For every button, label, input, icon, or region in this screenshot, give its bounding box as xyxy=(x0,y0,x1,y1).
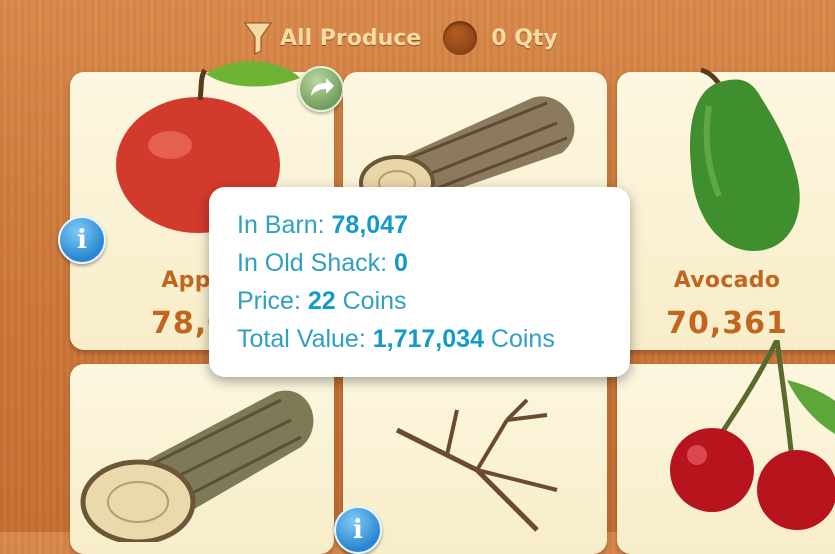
cherry-icon xyxy=(670,340,835,530)
shack-value: 0 xyxy=(394,249,408,277)
item-count-avocado: 70,361 xyxy=(666,306,788,341)
info-button-branch[interactable]: i xyxy=(334,506,382,554)
total-unit: Coins xyxy=(490,325,555,353)
branch-icon xyxy=(395,398,558,532)
item-name-avocado: Avocado xyxy=(673,268,781,293)
all-produce-filter-button[interactable]: All Produce xyxy=(244,21,421,55)
produce-card-log-2[interactable] xyxy=(70,364,334,554)
funnel-icon xyxy=(244,22,272,55)
price-unit: Coins xyxy=(342,287,407,315)
barn-label: In Barn: xyxy=(237,211,325,239)
produce-card-avocado[interactable]: Avocado 70,361 xyxy=(617,67,835,350)
quantity-toggle-button[interactable]: 0 Qty xyxy=(443,21,558,55)
filter-label: All Produce xyxy=(280,25,422,51)
filter-bar: All Produce 0 Qty xyxy=(244,18,558,58)
tooltip-shack-row: In Old Shack: 0 xyxy=(237,249,408,278)
item-details-tooltip: In Barn: 78,047 In Old Shack: 0 Price: 2… xyxy=(209,187,630,377)
quantity-label: 0 Qty xyxy=(491,25,558,51)
barn-value: 78,047 xyxy=(331,211,408,239)
shack-label: In Old Shack: xyxy=(237,249,388,277)
produce-card-cherry[interactable] xyxy=(617,340,835,554)
info-button-apple[interactable]: i xyxy=(58,216,106,264)
total-value: 1,717,034 xyxy=(372,325,484,353)
share-button[interactable] xyxy=(298,66,344,112)
produce-card-branch[interactable] xyxy=(343,364,607,554)
qty-circle-icon xyxy=(443,21,478,55)
tooltip-barn-row: In Barn: 78,047 xyxy=(237,211,408,240)
avocado-icon xyxy=(689,67,800,251)
price-value: 22 xyxy=(307,287,336,315)
price-label: Price: xyxy=(237,287,301,315)
share-arrow-icon xyxy=(311,78,334,96)
tooltip-total-row: Total Value: 1,717,034 Coins xyxy=(237,325,555,354)
log-icon xyxy=(80,390,314,542)
total-label: Total Value: xyxy=(237,325,366,353)
tooltip-price-row: Price: 22 Coins xyxy=(237,287,407,316)
